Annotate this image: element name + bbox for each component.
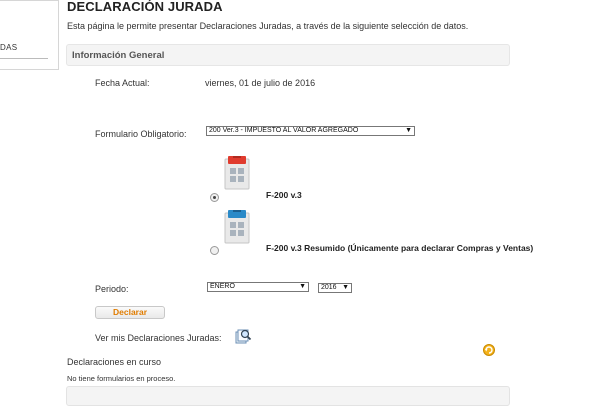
- sidebar: DAS: [0, 0, 59, 70]
- periodo-year-select[interactable]: 2016 ▼: [318, 283, 352, 293]
- periodo-year-value: 2016: [321, 284, 337, 291]
- ver-mis-declaraciones-label: Ver mis Declaraciones Juradas:: [95, 333, 222, 343]
- refresh-icon[interactable]: [482, 343, 496, 357]
- formulario-select[interactable]: 200 Ver.3 - IMPUESTO AL VALOR AGREGADO ▼: [206, 126, 415, 136]
- fecha-label: Fecha Actual:: [95, 78, 150, 88]
- dropdown-arrow-icon: ▼: [405, 127, 412, 134]
- formulario-label: Formulario Obligatorio:: [95, 129, 187, 139]
- periodo-month-select[interactable]: ENERO ▼: [207, 282, 309, 292]
- form-red-icon: [224, 156, 250, 190]
- search-documents-icon[interactable]: [234, 327, 252, 345]
- section-title: Información General: [72, 50, 165, 61]
- dropdown-arrow-icon: ▼: [342, 284, 349, 291]
- declaraciones-en-curso-title: Declaraciones en curso: [67, 357, 162, 367]
- sidebar-item-declaraciones[interactable]: DAS: [0, 43, 17, 52]
- fecha-value: viernes, 01 de julio de 2016: [205, 78, 316, 88]
- dropdown-arrow-icon: ▼: [299, 283, 306, 290]
- declaraciones-en-curso-box: [66, 386, 510, 406]
- intro-text: Esta página le permite presentar Declara…: [67, 21, 469, 31]
- page-title: DECLARACIÓN JURADA: [67, 0, 223, 14]
- formulario-selected-value: 200 Ver.3 - IMPUESTO AL VALOR AGREGADO: [209, 127, 359, 134]
- periodo-month-value: ENERO: [210, 283, 235, 290]
- periodo-label: Periodo:: [95, 284, 129, 294]
- sidebar-divider: [0, 58, 48, 59]
- declarar-button[interactable]: Declarar: [95, 306, 165, 319]
- option-f200-radio[interactable]: [210, 193, 219, 202]
- option-f200-resumido-radio[interactable]: [210, 246, 219, 255]
- form-blue-icon: [224, 210, 250, 244]
- no-formularios-text: No tiene formularios en proceso.: [67, 374, 176, 383]
- option-f200-resumido-label: F-200 v.3 Resumido (Únicamente para decl…: [266, 243, 534, 253]
- option-f200-label: F-200 v.3: [266, 190, 302, 200]
- section-header-informacion-general: Información General: [66, 44, 510, 66]
